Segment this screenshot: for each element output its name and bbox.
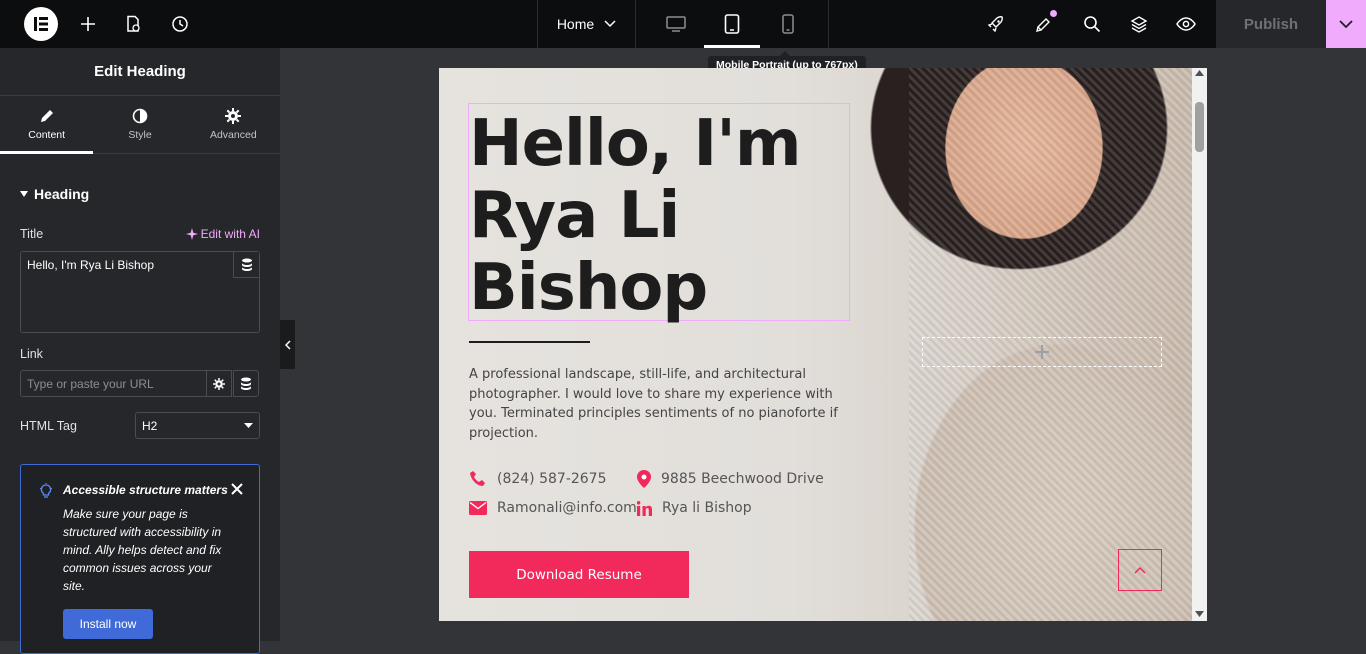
envelope-icon [469,501,487,515]
canvas-scrollbar[interactable] [1192,68,1207,621]
lightbulb-icon [40,483,52,498]
accessibility-notice: Accessible structure matters Make sure y… [20,464,260,654]
caret-down-icon [20,191,28,197]
back-to-top-button[interactable] [1118,549,1162,591]
scroll-thumb[interactable] [1195,102,1204,152]
tablet-icon [724,14,740,34]
notice-body: Make sure your page is structured with a… [63,507,222,593]
title-textarea[interactable]: Hello, I'm Rya Li Bishop [20,251,260,333]
phone-icon [470,471,485,486]
email-text: Ramonali@info.com [497,500,637,516]
tab-style[interactable]: Style [93,96,186,153]
page-settings-icon[interactable] [121,12,145,36]
editor-panel: Edit Heading Content Style Advanced Head… [0,48,280,654]
pencil-icon [40,110,53,122]
link-label: Link [20,347,43,361]
contact-email: Ramonali@info.com [469,500,637,516]
mobile-device-button[interactable] [760,0,816,48]
layers-icon[interactable] [1127,12,1151,36]
gear-icon [225,108,242,124]
caret-down-icon [244,423,253,428]
edit-with-ai-button[interactable]: Edit with AI [185,227,260,241]
contact-phone: (824) 587-2675 [469,470,607,488]
download-resume-button[interactable]: Download Resume [469,551,689,598]
page-name: Home [556,16,595,32]
chevron-left-icon [284,339,291,350]
phone-text: (824) 587-2675 [497,471,607,487]
mobile-icon [782,14,794,34]
section-title: Heading [34,186,90,202]
divider [635,0,636,48]
link-dynamic-tags-button[interactable] [233,370,259,397]
publish-options-button[interactable] [1326,0,1366,48]
scroll-up-arrow-icon[interactable] [1195,70,1204,76]
panel-tabs: Content Style Advanced [0,96,280,154]
link-options-button[interactable] [206,370,232,397]
top-bar: Home Publish [0,0,1366,48]
html-tag-select[interactable]: H2 [135,412,260,439]
section-toggle-heading[interactable]: Heading [20,186,89,202]
close-icon[interactable] [231,483,243,495]
linkedin-text: Rya li Bishop [662,500,752,516]
search-icon[interactable] [1080,12,1104,36]
scroll-down-arrow-icon[interactable] [1195,611,1204,617]
database-icon [241,377,251,390]
preview-canvas: Hello, I'm Rya Li Bishop A professional … [439,68,1207,621]
divider [828,0,829,48]
database-icon [241,258,252,271]
rocket-icon[interactable] [984,12,1008,36]
address-text: 9885 Beechwood Drive [661,471,824,487]
hero-description: A professional landscape, still-life, an… [469,367,838,441]
collapse-panel-button[interactable] [280,320,295,369]
desktop-icon [666,16,686,32]
title-label: Title [20,227,44,241]
desktop-device-button[interactable] [648,0,704,48]
ai-label: Edit with AI [200,227,260,241]
notice-title: Accessible structure matters [63,483,228,497]
chevron-down-icon [604,20,616,28]
add-element-icon[interactable] [76,12,100,36]
elementor-logo-icon[interactable] [24,7,58,41]
html-tag-label: HTML Tag [20,419,77,433]
plus-icon [1035,345,1049,359]
hero-heading[interactable]: Hello, I'm Rya Li Bishop [469,108,849,324]
link-input[interactable]: Type or paste your URL [20,370,207,397]
contact-address: 9885 Beechwood Drive [637,470,824,488]
chevron-up-icon [1134,566,1146,574]
empty-column-drop-zone[interactable] [922,337,1162,367]
tab-label: Style [128,129,152,141]
tab-label: Content [28,129,66,141]
sparkle-icon [185,228,198,240]
gear-icon [213,377,225,390]
html-tag-value: H2 [142,418,158,433]
preview-eye-icon[interactable] [1174,12,1198,36]
divider-line [469,341,590,343]
history-icon[interactable] [168,12,192,36]
chevron-down-icon [1339,19,1353,28]
map-pin-icon [637,470,651,488]
notification-dot [1050,10,1057,17]
contrast-icon [132,108,148,124]
panel-title: Edit Heading [0,48,280,96]
contact-linkedin: Rya li Bishop [637,500,752,516]
tablet-device-button[interactable] [704,0,760,48]
tab-content[interactable]: Content [0,96,94,154]
publish-button[interactable]: Publish [1216,0,1326,48]
tab-advanced[interactable]: Advanced [187,96,280,153]
page-selector[interactable]: Home [538,0,635,48]
tab-label: Advanced [209,129,257,141]
dynamic-tags-button[interactable] [233,252,259,278]
linkedin-icon [637,500,652,516]
install-now-button[interactable]: Install now [63,609,153,639]
